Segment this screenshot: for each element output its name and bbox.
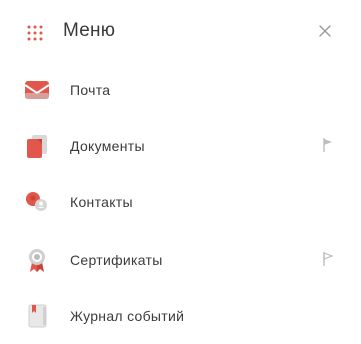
menu-item-contacts[interactable]: Контакты <box>0 174 361 230</box>
mail-icon <box>24 81 50 99</box>
menu-item-mail[interactable]: Почта <box>0 62 361 118</box>
menu-item-documents[interactable]: Документы <box>0 118 361 174</box>
menu-item-label: Сертификаты <box>70 252 163 268</box>
menu-header: Меню <box>0 0 361 62</box>
event-log-icon <box>28 304 47 328</box>
menu-item-event-log[interactable]: Журнал событий <box>0 288 361 344</box>
documents-icon <box>27 135 47 158</box>
menu-item-label: Журнал событий <box>70 308 185 324</box>
grid-dots-icon[interactable] <box>27 25 43 41</box>
flag-icon[interactable] <box>322 137 334 153</box>
contacts-icon <box>26 192 47 211</box>
menu-item-certificates[interactable]: Сертификаты <box>0 232 361 288</box>
menu-item-label: Почта <box>70 82 111 98</box>
menu-panel: Меню Почта Документы Контакты Сертификат… <box>0 0 361 344</box>
menu-item-label: Контакты <box>70 194 133 210</box>
certificate-icon <box>29 249 45 272</box>
close-icon[interactable] <box>316 22 334 40</box>
flag-icon[interactable] <box>322 251 334 267</box>
menu-item-label: Документы <box>70 138 145 154</box>
menu-title: Меню <box>63 20 116 41</box>
